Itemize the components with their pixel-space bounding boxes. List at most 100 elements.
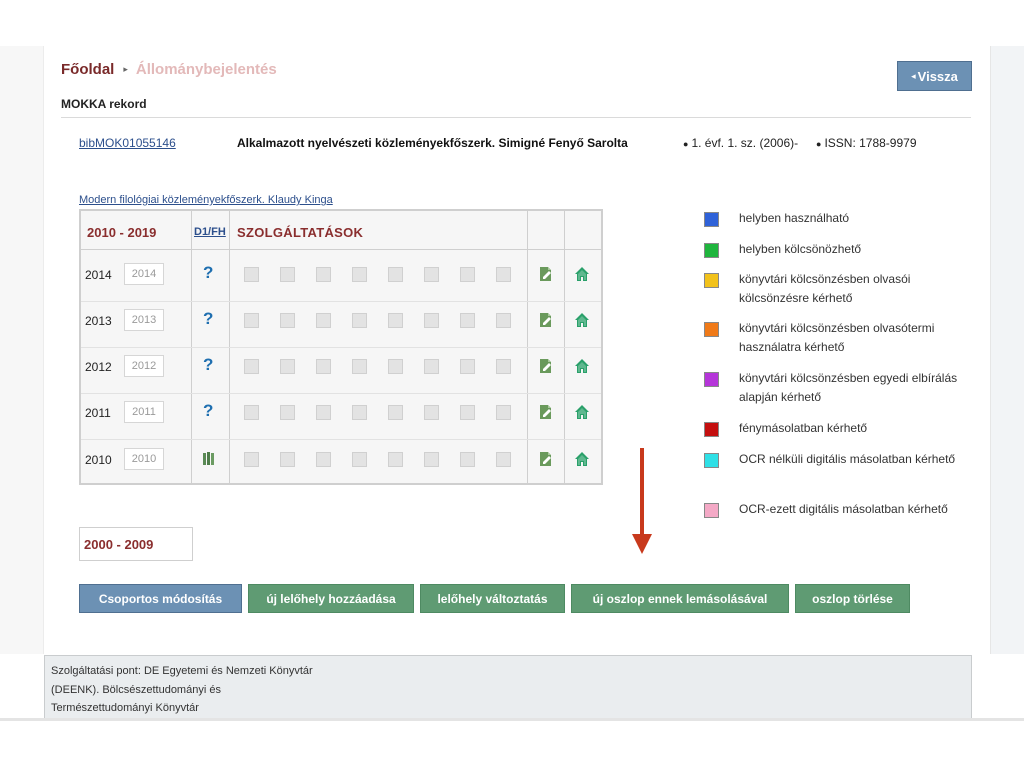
row-year-label: 2012 <box>85 360 112 374</box>
decade-toggle-2000-2009[interactable]: 2000 - 2009 <box>79 527 193 561</box>
related-record-link[interactable]: Modern filológiai közleményekfőszerk. Kl… <box>79 194 333 206</box>
legend-label: könyvtári kölcsönzésben olvasói kölcsönz… <box>739 272 911 305</box>
row-year-label: 2011 <box>85 406 111 420</box>
group-edit-button[interactable]: Csoportos módosítás <box>79 584 242 613</box>
question-icon[interactable]: ? <box>203 309 213 329</box>
service-checkbox[interactable] <box>496 313 511 328</box>
service-checkbox[interactable] <box>460 267 475 282</box>
legend-swatch <box>704 243 719 258</box>
question-icon[interactable]: ? <box>203 263 213 283</box>
divider <box>61 117 971 118</box>
service-checkbox[interactable] <box>280 313 295 328</box>
edit-icon[interactable] <box>538 266 554 282</box>
decade-header[interactable]: 2010 - 2019 <box>87 225 156 240</box>
legend-label: helyben kölcsönözhető <box>739 242 862 256</box>
service-checkbox[interactable] <box>352 452 367 467</box>
bullet-icon: ● <box>683 139 689 149</box>
service-checkbox[interactable] <box>460 405 475 420</box>
service-checkbox[interactable] <box>316 359 331 374</box>
record-issn: ● ISSN: 1788-9979 <box>816 136 917 150</box>
home-icon[interactable] <box>574 312 590 328</box>
service-checkbox[interactable] <box>496 452 511 467</box>
footer-line: Szolgáltatási pont: DE Egyetemi és Nemze… <box>51 665 313 677</box>
left-margin <box>0 46 44 654</box>
breadcrumb-current: Állománybejelentés <box>135 61 277 78</box>
home-icon[interactable] <box>574 266 590 282</box>
service-checkbox[interactable] <box>280 359 295 374</box>
service-checkbox[interactable] <box>460 452 475 467</box>
home-icon[interactable] <box>574 404 590 420</box>
add-location-button[interactable]: új lelőhely hozzáadása <box>248 584 414 613</box>
edit-icon[interactable] <box>538 451 554 467</box>
books-icon[interactable] <box>202 451 216 466</box>
edition-text: 1. évf. 1. sz. (2006)- <box>691 136 799 150</box>
service-checkbox[interactable] <box>496 359 511 374</box>
service-checkbox[interactable] <box>424 405 439 420</box>
service-checkbox[interactable] <box>280 405 295 420</box>
breadcrumb-home-link[interactable]: Főoldal <box>61 61 114 78</box>
year-input[interactable]: 2011 <box>124 401 164 423</box>
service-checkbox[interactable] <box>388 405 403 420</box>
record-edition: ● 1. évf. 1. sz. (2006)- <box>683 136 798 150</box>
year-input[interactable]: 2012 <box>124 355 164 377</box>
home-icon[interactable] <box>574 358 590 374</box>
edit-icon[interactable] <box>538 404 554 420</box>
service-point-footer: Szolgáltatási pont: DE Egyetemi és Nemze… <box>44 655 972 719</box>
service-checkbox[interactable] <box>496 405 511 420</box>
service-checkbox[interactable] <box>460 313 475 328</box>
back-button[interactable]: ◂ Vissza <box>897 61 972 91</box>
home-icon[interactable] <box>574 451 590 467</box>
year-input[interactable]: 2013 <box>124 309 164 331</box>
service-checkbox[interactable] <box>244 267 259 282</box>
bullet-icon: ● <box>816 139 822 149</box>
service-checkbox[interactable] <box>424 359 439 374</box>
record-section-label: MOKKA rekord <box>61 97 147 111</box>
edit-icon[interactable] <box>538 312 554 328</box>
service-checkbox[interactable] <box>352 359 367 374</box>
service-checkbox[interactable] <box>388 452 403 467</box>
record-id-link[interactable]: bibMOK01055146 <box>79 136 176 150</box>
service-checkbox[interactable] <box>352 267 367 282</box>
back-button-label: Vissza <box>917 68 958 84</box>
d1fh-link[interactable]: D1/FH <box>194 226 226 238</box>
service-checkbox[interactable] <box>424 267 439 282</box>
service-checkbox[interactable] <box>316 405 331 420</box>
breadcrumb: Főoldal ▸ Állománybejelentés <box>61 61 277 78</box>
right-margin <box>990 46 1024 654</box>
year-input[interactable]: 2010 <box>124 448 164 470</box>
service-checkbox[interactable] <box>460 359 475 374</box>
services-header: SZOLGÁLTATÁSOK <box>237 225 364 240</box>
service-checkbox[interactable] <box>388 359 403 374</box>
grid-line <box>81 439 601 440</box>
service-checkbox[interactable] <box>316 267 331 282</box>
delete-column-button[interactable]: oszlop törlése <box>795 584 910 613</box>
service-checkbox[interactable] <box>424 452 439 467</box>
legend-label: helyben használható <box>739 211 850 225</box>
service-checkbox[interactable] <box>496 267 511 282</box>
service-checkbox[interactable] <box>388 313 403 328</box>
legend-swatch <box>704 273 719 288</box>
change-location-button[interactable]: lelőhely változtatás <box>420 584 565 613</box>
edit-icon[interactable] <box>538 358 554 374</box>
service-checkbox[interactable] <box>352 405 367 420</box>
service-checkbox[interactable] <box>388 267 403 282</box>
service-checkbox[interactable] <box>280 452 295 467</box>
row-year-label: 2013 <box>85 314 112 328</box>
service-checkbox[interactable] <box>244 452 259 467</box>
service-checkbox[interactable] <box>280 267 295 282</box>
service-checkbox[interactable] <box>424 313 439 328</box>
question-icon[interactable]: ? <box>203 401 213 421</box>
copy-column-button[interactable]: új oszlop ennek lemásolásával <box>571 584 789 613</box>
service-checkbox[interactable] <box>244 359 259 374</box>
legend-label: OCR-ezett digitális másolatban kérhető <box>739 502 948 516</box>
question-icon[interactable]: ? <box>203 355 213 375</box>
service-checkbox[interactable] <box>352 313 367 328</box>
service-checkbox[interactable] <box>316 452 331 467</box>
service-checkbox[interactable] <box>316 313 331 328</box>
year-input[interactable]: 2014 <box>124 263 164 285</box>
grid-line <box>81 393 601 394</box>
legend-swatch <box>704 322 719 337</box>
grid-line <box>81 347 601 348</box>
service-checkbox[interactable] <box>244 313 259 328</box>
service-checkbox[interactable] <box>244 405 259 420</box>
